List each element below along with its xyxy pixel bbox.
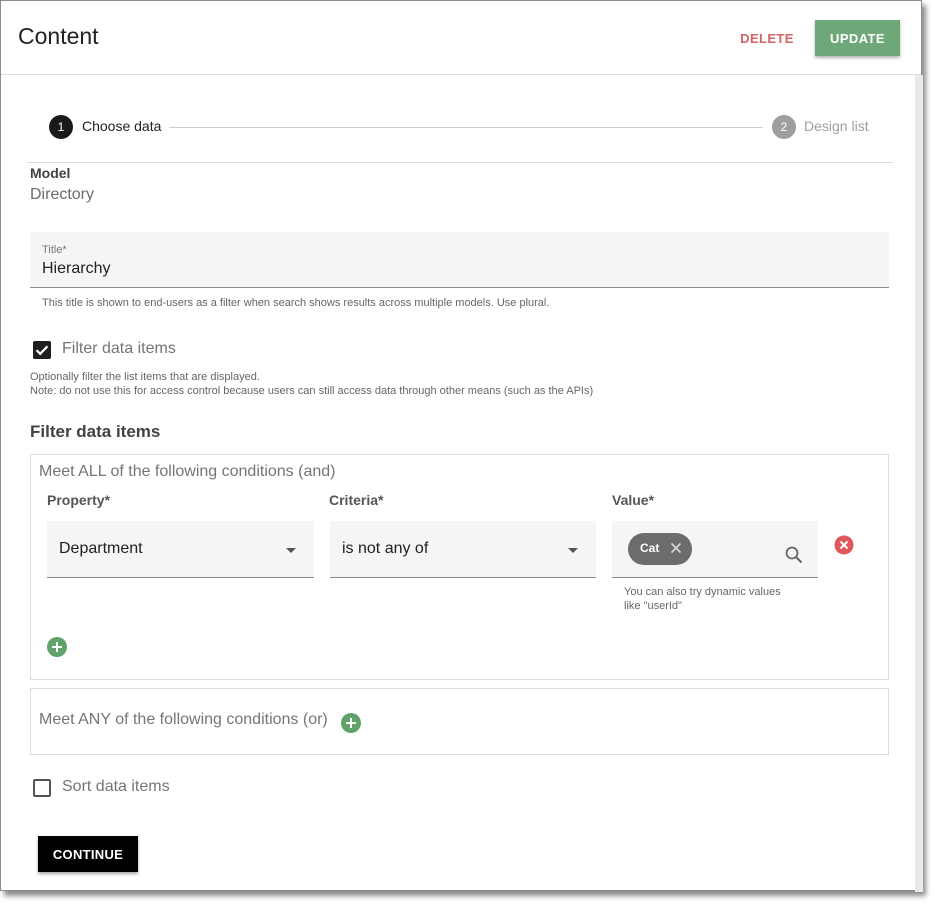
add-any-condition-icon[interactable] (341, 713, 361, 733)
step-1-label[interactable]: Choose data (82, 118, 161, 134)
property-select-value: Department (59, 540, 143, 557)
filter-hint-line1: Optionally filter the list items that ar… (30, 371, 260, 383)
filter-hint-line2: Note: do not use this for access control… (30, 385, 594, 397)
value-hint-line1: You can also try dynamic values (624, 586, 781, 598)
any-conditions-group: Meet ANY of the following conditions (or… (30, 688, 889, 755)
filter-data-items-label[interactable]: Filter data items (62, 340, 176, 358)
chevron-down-icon (286, 548, 296, 553)
search-icon[interactable] (784, 545, 804, 565)
checkmark-icon (35, 345, 49, 356)
stepper-divider (27, 162, 893, 163)
title-hint: This title is shown to end-users as a fi… (42, 297, 550, 309)
step-1-number[interactable]: 1 (49, 115, 73, 139)
remove-condition-icon[interactable] (834, 535, 854, 555)
model-label: Model (30, 165, 71, 181)
all-conditions-title: Meet ALL of the following conditions (an… (39, 463, 336, 480)
update-button[interactable]: UPDATE (815, 20, 900, 56)
delete-button[interactable]: DELETE (729, 21, 805, 55)
dialog-header: Content DELETE UPDATE (1, 1, 921, 75)
property-column-label: Property* (47, 492, 111, 508)
step-2-label[interactable]: Design list (804, 118, 869, 134)
any-conditions-title: Meet ANY of the following conditions (or… (39, 711, 328, 728)
model-value: Directory (30, 186, 95, 203)
dialog-title: Content (18, 23, 99, 49)
value-column-label: Value* (612, 492, 655, 508)
add-condition-icon[interactable] (47, 637, 67, 657)
filter-section-title: Filter data items (30, 422, 161, 441)
title-field[interactable]: Title* Hierarchy (30, 232, 889, 288)
step-2-number[interactable]: 2 (772, 115, 796, 139)
filter-data-items-checkbox[interactable] (33, 341, 51, 359)
criteria-column-label: Criteria* (329, 492, 384, 508)
title-field-label: Title* (42, 244, 67, 256)
property-select[interactable]: Department (47, 521, 314, 578)
stepper: 1 Choose data 2 Design list (1, 75, 921, 163)
chip-remove-icon[interactable] (669, 541, 683, 555)
value-chip-label: Cat (640, 541, 660, 555)
value-hint-line2: like "userId" (624, 600, 682, 612)
title-field-value[interactable]: Hierarchy (42, 260, 110, 278)
sort-data-items-checkbox[interactable] (33, 779, 51, 797)
value-input[interactable]: Cat (612, 521, 818, 578)
all-conditions-group: Meet ALL of the following conditions (an… (30, 454, 889, 680)
criteria-select[interactable]: is not any of (330, 521, 596, 578)
chevron-down-icon (568, 548, 578, 553)
sort-data-items-label[interactable]: Sort data items (62, 778, 170, 796)
content-dialog: Content DELETE UPDATE 1 Choose data 2 De… (0, 0, 923, 892)
scrollbar-track[interactable] (915, 75, 923, 892)
continue-button[interactable]: CONTINUE (38, 836, 138, 872)
value-chip[interactable]: Cat (628, 533, 692, 565)
criteria-select-value: is not any of (342, 540, 429, 557)
stepper-connector (169, 127, 763, 128)
